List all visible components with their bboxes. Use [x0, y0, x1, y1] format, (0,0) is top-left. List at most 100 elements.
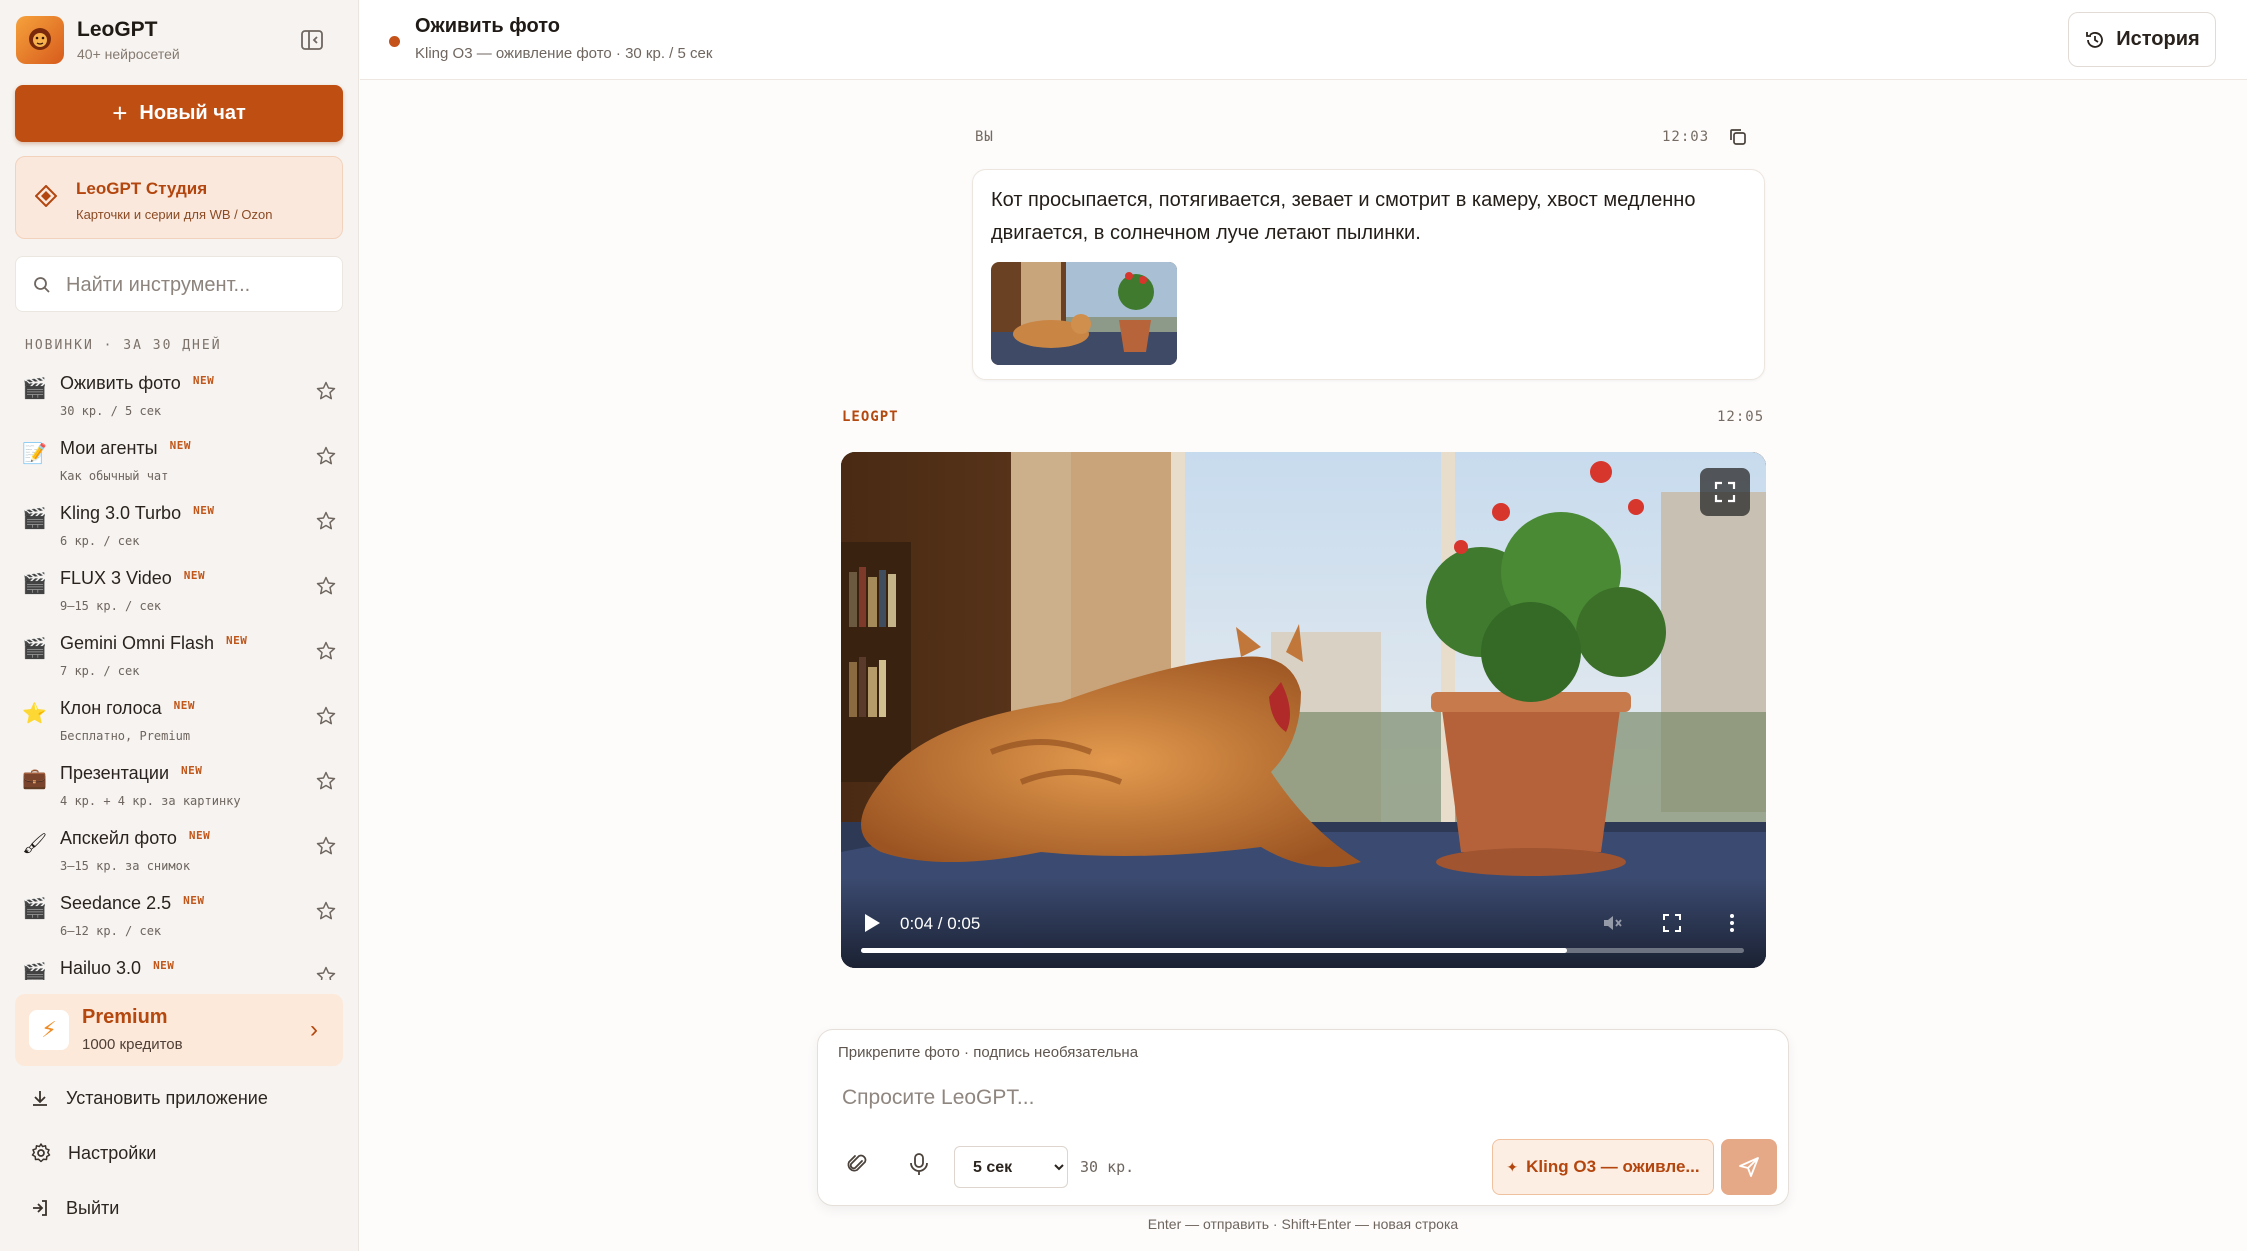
logout-icon [33, 1200, 47, 1216]
clapper-icon: 🎬 [22, 898, 47, 920]
tool-name: FLUX 3 Video [60, 568, 172, 588]
lightning-icon: ⚡ [29, 1010, 69, 1050]
premium-card[interactable]: ⚡ Premium 1000 кредитов › [15, 994, 343, 1066]
favorite-star-icon[interactable] [315, 445, 337, 467]
new-badge: NEW [181, 764, 203, 777]
duration-select[interactable]: 5 сек [954, 1146, 1068, 1188]
tool-item-kling-turbo[interactable]: 🎬 Kling 3.0 Turbo NEW 6 кр. / сек [0, 495, 358, 557]
new-badge: NEW [188, 829, 211, 842]
tool-list: 🎬 Оживить фото NEW 30 кр. / 5 сек 📝 Мои а… [0, 365, 358, 980]
send-button[interactable] [1721, 1139, 1777, 1195]
mute-icon[interactable] [1601, 912, 1623, 934]
favorite-star-icon[interactable] [315, 640, 337, 662]
history-label: История [2116, 28, 2200, 50]
tool-item-hailuo[interactable]: 🎬 Hailuo 3.0 NEW [0, 950, 358, 980]
user-message-time: 12:03 [1662, 129, 1710, 145]
favorite-star-icon[interactable] [315, 900, 337, 922]
favorite-star-icon[interactable] [315, 835, 337, 857]
install-app-link[interactable]: Установить приложение [30, 1080, 340, 1116]
more-options-icon[interactable] [1721, 912, 1743, 934]
section-label: НОВИНКИ · ЗА 30 ДНЕЙ [25, 338, 222, 353]
chevron-right-icon: › [310, 1016, 318, 1043]
video-time: 0:04 / 0:05 [900, 914, 981, 933]
expand-icon[interactable] [1700, 468, 1750, 516]
tool-item-animate-photo[interactable]: 🎬 Оживить фото NEW 30 кр. / 5 сек [0, 365, 358, 427]
chat-header: Оживить фото Kling O3 — оживление фото ·… [360, 0, 2247, 80]
tool-item-presentations[interactable]: 💼 Презентации NEW 4 кр. + 4 кр. за картин… [0, 755, 358, 817]
new-badge: NEW [183, 569, 206, 582]
play-icon[interactable] [863, 913, 881, 933]
tool-item-voice-clone[interactable]: ⭐ Клон голоса NEW Бесплатно, Premium [0, 690, 358, 752]
tool-name: Апскейл фото [60, 828, 177, 848]
notepad-icon: 📝 [22, 443, 47, 465]
user-message: Кот просыпается, потягивается, зевает и … [972, 169, 1765, 380]
brush-icon: 🖌 [22, 833, 48, 855]
tool-name: Презентации [60, 763, 170, 783]
clapper-icon: 🎬 [22, 573, 47, 595]
favorite-star-icon[interactable] [315, 575, 337, 597]
tool-name: Kling 3.0 Turbo [60, 503, 182, 523]
clapper-icon: 🎬 [22, 963, 47, 980]
search-icon [34, 277, 50, 293]
plus-icon: + [112, 98, 128, 128]
copy-icon[interactable] [1727, 126, 1749, 148]
video-progress-bar[interactable] [861, 948, 1744, 953]
tool-item-upscale-photo[interactable]: 🖌 Апскейл фото NEW 3–15 кр. за снимок [0, 820, 358, 882]
tool-item-flux-video[interactable]: 🎬 FLUX 3 Video NEW 9–15 кр. / сек [0, 560, 358, 622]
sidebar: LeoGPT 40+ нейросетей + Новый чат LeoGPT… [0, 0, 359, 1251]
new-badge: NEW [153, 959, 175, 972]
status-dot [389, 36, 400, 47]
tool-item-my-agents[interactable]: 📝 Мои агенты NEW Как обычный чат [0, 430, 358, 492]
sparkle-icon: ✦ [1506, 1158, 1519, 1175]
clapper-icon: 🎬 [22, 378, 47, 400]
user-message-text: Кот просыпается, потягивается, зевает и … [991, 189, 1696, 244]
message-input[interactable] [842, 1086, 1742, 1122]
clapper-icon: 🎬 [22, 638, 47, 660]
paperclip-icon[interactable] [844, 1151, 870, 1177]
history-button[interactable]: История [2068, 12, 2216, 67]
video-controls: 0:04 / 0:05 [841, 878, 1766, 968]
download-icon [33, 1091, 47, 1106]
collapse-sidebar-icon[interactable] [298, 28, 326, 52]
keyboard-hint: Enter — отправить · Shift+Enter — новая … [1147, 1216, 1459, 1232]
new-badge: NEW [226, 634, 248, 647]
favorite-star-icon[interactable] [315, 770, 337, 792]
tool-name: Gemini Omni Flash [60, 633, 215, 653]
bot-author-label: LEOGPT [842, 409, 899, 425]
brand[interactable]: LeoGPT 40+ нейросетей [16, 16, 180, 64]
user-author-label: ВЫ [975, 129, 994, 145]
favorite-star-icon[interactable] [315, 705, 337, 727]
favorite-star-icon[interactable] [315, 965, 337, 980]
favorite-star-icon[interactable] [315, 380, 337, 402]
composer: Прикрепите фото · подпись необязательна … [817, 1029, 1789, 1206]
favorite-star-icon[interactable] [315, 510, 337, 532]
bot-message-time: 12:05 [1717, 409, 1765, 425]
page-subtitle: Kling O3 — оживление фото · 30 кр. / 5 с… [415, 45, 713, 62]
brand-name: LeoGPT [77, 18, 158, 41]
search-input[interactable] [66, 267, 331, 303]
tool-price: 4 кр. + 4 кр. за картинку [60, 794, 241, 808]
gear-icon [31, 1143, 51, 1163]
send-icon [1739, 1157, 1759, 1177]
settings-label: Настройки [68, 1142, 157, 1163]
tool-item-gemini-omni[interactable]: 🎬 Gemini Omni Flash NEW 7 кр. / сек [0, 625, 358, 687]
new-chat-button[interactable]: + Новый чат [15, 85, 343, 142]
video-progress-fill [861, 948, 1568, 953]
tool-price: 3–15 кр. за снимок [60, 859, 191, 873]
studio-subtitle: Карточки и серии для WB / Ozon [76, 207, 273, 222]
video-player[interactable]: 0:04 / 0:05 [841, 452, 1766, 968]
tool-item-seedance[interactable]: 🎬 Seedance 2.5 NEW 6–12 кр. / сек [0, 885, 358, 947]
attached-photo-thumbnail[interactable] [991, 262, 1177, 365]
settings-link[interactable]: Настройки [30, 1135, 340, 1171]
tool-price: 6–12 кр. / сек [60, 924, 162, 938]
model-selector-button[interactable]: ✦ Kling O3 — оживле... [1492, 1139, 1714, 1195]
tool-price: Как обычный чат [60, 469, 169, 483]
new-chat-label: Новый чат [139, 102, 246, 124]
tool-name: Seedance 2.5 [60, 893, 172, 913]
microphone-icon[interactable] [906, 1151, 932, 1177]
fullscreen-icon[interactable] [1661, 912, 1683, 934]
studio-card[interactable]: LeoGPT Студия Карточки и серии для WB / … [15, 156, 343, 239]
tool-price: 7 кр. / сек [60, 664, 140, 678]
leogpt-logo [16, 16, 64, 64]
logout-link[interactable]: Выйти [30, 1190, 340, 1226]
